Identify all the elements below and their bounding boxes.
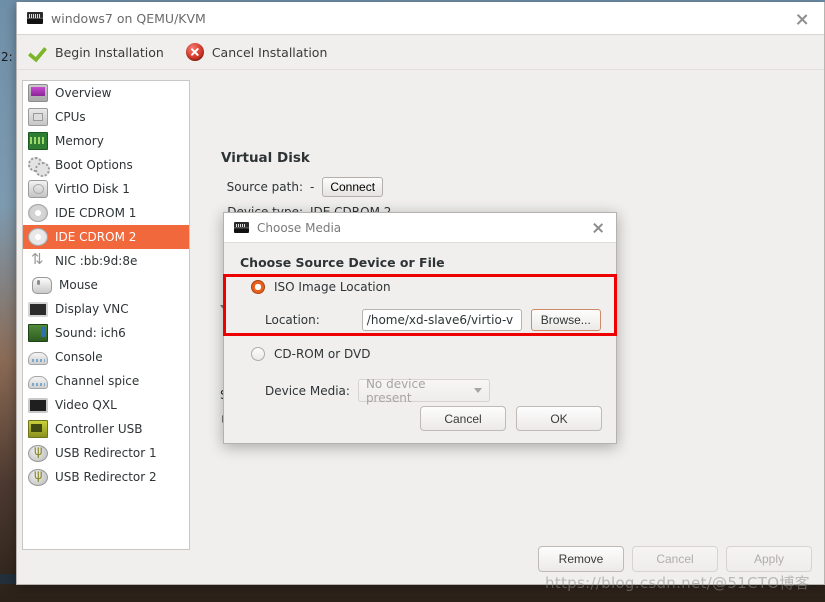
sidebar-item-virtio-disk-1[interactable]: VirtIO Disk 1 [23, 177, 189, 201]
sidebar-item-label: Display VNC [55, 302, 129, 316]
sidebar-item-label: Channel spice [55, 374, 140, 388]
sidebar-item-ide-cdrom-1[interactable]: IDE CDROM 1 [23, 201, 189, 225]
display-screen-icon [28, 301, 48, 317]
mouse-icon [32, 276, 52, 294]
cdrom-option-label: CD-ROM or DVD [274, 347, 371, 361]
sidebar-item-controller-usb[interactable]: Controller USB [23, 417, 189, 441]
usb-controller-icon [28, 420, 48, 438]
footer-buttons: Remove Cancel Apply [538, 546, 812, 572]
desktop-left-edge-text: 2: [1, 50, 13, 64]
green-check-icon [29, 43, 47, 61]
sidebar-item-nic-bb-9d-8e[interactable]: NIC :bb:9d:8e [23, 249, 189, 273]
chevron-down-icon [473, 388, 482, 393]
console-icon [28, 352, 48, 365]
usb-redirector-icon [28, 444, 48, 462]
close-icon[interactable] [590, 220, 605, 235]
sidebar-item-memory[interactable]: Memory [23, 129, 189, 153]
begin-installation-label: Begin Installation [55, 44, 164, 60]
computer-icon [27, 12, 43, 24]
iso-option-label: ISO Image Location [274, 280, 391, 294]
source-path-row: Source path: - Connect [205, 177, 384, 197]
sidebar-item-label: IDE CDROM 1 [55, 206, 137, 220]
cpu-chip-icon [28, 108, 48, 126]
window-titlebar: windows7 on QEMU/KVM [17, 2, 824, 35]
cancel-button[interactable]: Cancel [632, 546, 718, 572]
red-x-circle-icon [185, 43, 204, 61]
sidebar-item-label: Overview [55, 86, 112, 100]
usb-redirector-icon [28, 468, 48, 486]
location-label: Location: [265, 313, 320, 327]
page-title: Virtual Disk [221, 150, 310, 166]
sidebar-item-label: Mouse [59, 278, 98, 292]
device-media-row: Device Media: No device present [265, 376, 490, 405]
sidebar-item-video-qxl[interactable]: Video QXL [23, 393, 189, 417]
sidebar-item-ide-cdrom-2[interactable]: IDE CDROM 2 [23, 225, 189, 249]
sidebar-item-label: NIC :bb:9d:8e [55, 254, 138, 268]
location-input[interactable]: /home/xd-slave6/virtio-v [361, 309, 522, 331]
cdrom-radio-button[interactable] [251, 347, 265, 361]
device-media-select[interactable]: No device present [357, 376, 490, 405]
sidebar-item-label: Controller USB [55, 422, 143, 436]
sidebar-item-label: USB Redirector 1 [55, 446, 157, 460]
cdrom-disc-icon [28, 204, 48, 222]
sidebar-item-display-vnc[interactable]: Display VNC [23, 297, 189, 321]
cdrom-option[interactable]: CD-ROM or DVD [251, 347, 370, 361]
dialog-ok-button[interactable]: OK [516, 406, 602, 431]
toolbar: Begin Installation Cancel Installation [17, 35, 824, 70]
sidebar-item-label: Boot Options [55, 158, 133, 172]
connect-button[interactable]: Connect [322, 177, 384, 197]
sidebar-item-label: CPUs [55, 110, 86, 124]
gears-icon [28, 156, 50, 177]
network-arrows-icon [28, 250, 48, 270]
cancel-installation-label: Cancel Installation [211, 44, 328, 60]
sidebar-item-channel-spice[interactable]: Channel spice [23, 369, 189, 393]
dialog-heading: Choose Source Device or File [240, 255, 445, 270]
begin-installation-button[interactable]: Begin Installation [29, 43, 164, 61]
channel-icon [28, 376, 48, 389]
iso-image-option[interactable]: ISO Image Location [251, 280, 391, 294]
device-media-label: Device Media: [265, 383, 350, 398]
source-path-label: Source path: [226, 180, 303, 194]
sidebar-item-overview[interactable]: Overview [23, 81, 189, 105]
sidebar-item-usb-redirector-2[interactable]: USB Redirector 2 [23, 465, 189, 489]
browse-button[interactable]: Browse... [530, 309, 601, 331]
screen: 2: windows7 on QEMU/KVM Begin Installati… [0, 0, 825, 602]
sidebar-item-boot-options[interactable]: Boot Options [23, 153, 189, 177]
sidebar-item-label: IDE CDROM 2 [55, 230, 137, 244]
cancel-installation-button[interactable]: Cancel Installation [185, 43, 328, 61]
sidebar-item-label: Console [55, 350, 103, 364]
sidebar-item-label: Sound: ich6 [55, 326, 126, 340]
close-icon[interactable] [794, 11, 810, 27]
dialog-titlebar: Choose Media [224, 213, 616, 243]
iso-radio-button[interactable] [251, 280, 265, 294]
hard-disk-icon [28, 180, 48, 198]
window-title: windows7 on QEMU/KVM [51, 10, 206, 26]
sidebar-item-label: Memory [55, 134, 104, 148]
sidebar-item-label: USB Redirector 2 [55, 470, 157, 484]
sidebar-item-cpus[interactable]: CPUs [23, 105, 189, 129]
memory-stick-icon [28, 132, 48, 150]
sidebar-item-label: Video QXL [55, 398, 117, 412]
location-row: Location: /home/xd-slave6/virtio-v Brows… [265, 309, 601, 331]
remove-button[interactable]: Remove [538, 546, 624, 572]
hardware-list[interactable]: Overview CPUs Memory Boot Options VirtIO Dis… [22, 80, 190, 550]
dialog-buttons: Cancel OK [420, 406, 602, 431]
sidebar-item-mouse[interactable]: Mouse [23, 273, 189, 297]
apply-button[interactable]: Apply [726, 546, 812, 572]
source-path-value: - [310, 180, 315, 194]
cdrom-disc-icon [28, 228, 48, 246]
dialog-cancel-button[interactable]: Cancel [420, 406, 506, 431]
sound-card-icon [28, 324, 48, 342]
sidebar-item-sound-ich6[interactable]: Sound: ich6 [23, 321, 189, 345]
monitor-overview-icon [28, 84, 48, 102]
sidebar-item-usb-redirector-1[interactable]: USB Redirector 1 [23, 441, 189, 465]
video-screen-icon [28, 397, 48, 413]
choose-media-dialog: Choose Media Choose Source Device or Fil… [223, 212, 617, 444]
device-media-value: No device present [365, 376, 426, 405]
dialog-title: Choose Media [257, 220, 342, 235]
sidebar-item-label: VirtIO Disk 1 [55, 182, 130, 196]
computer-icon [234, 222, 249, 233]
sidebar-item-console[interactable]: Console [23, 345, 189, 369]
